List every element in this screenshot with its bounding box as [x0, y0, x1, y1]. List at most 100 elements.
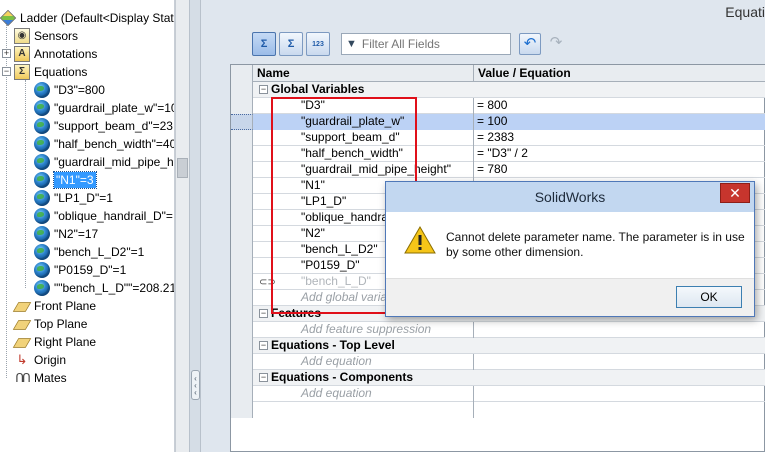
global-variable-icon [34, 226, 50, 242]
tree-item-mates[interactable]: ᑎᑎ Mates [14, 369, 174, 387]
filter-input[interactable] [361, 37, 502, 51]
section-equations-top-level[interactable]: − Equations - Top Level [231, 338, 765, 354]
global-variable-icon [34, 100, 50, 116]
add-feature-suppression-placeholder[interactable]: Add feature suppression [253, 322, 474, 338]
global-variable-icon [34, 262, 50, 278]
row-header-cell[interactable] [231, 274, 253, 290]
global-variable-row[interactable]: "guardrail_plate_w" = 100 [231, 114, 765, 130]
global-variable-row[interactable]: "support_beam_d" = 2383 [231, 130, 765, 146]
row-header-cell[interactable] [231, 114, 253, 130]
tree-item-global-variable[interactable]: "N2"=17 [34, 225, 174, 243]
variable-value-cell[interactable]: = "D3" / 2 [474, 146, 765, 162]
tree-item-global-variable[interactable]: "LP1_D"=1 [34, 189, 174, 207]
undo-button[interactable]: ↶ [519, 33, 541, 55]
value-cell[interactable] [474, 354, 765, 370]
row-header-cell[interactable] [231, 98, 253, 114]
column-header-name[interactable]: Name [253, 65, 474, 82]
tree-item-label: "bench_L_D2"=1 [54, 245, 145, 259]
collapse-equations-icon[interactable]: − [2, 67, 11, 76]
section-title: Equations - Top Level [271, 338, 395, 352]
tree-item-global-variable[interactable]: "P0159_D"=1 [34, 261, 174, 279]
tree-item-global-variable[interactable]: ""bench_L_D""=208.21 [34, 279, 174, 297]
add-equation-components-row[interactable]: Add equation [231, 386, 765, 402]
empty-row [231, 402, 765, 418]
expand-annotations-icon[interactable]: + [2, 49, 11, 58]
row-header-cell[interactable] [231, 162, 253, 178]
variable-name-cell[interactable]: "guardrail_plate_w" [253, 114, 474, 130]
tree-item-global-variable[interactable]: "guardrail_plate_w"=10 [34, 99, 174, 117]
dialog-close-button[interactable]: ✕ [720, 183, 750, 203]
section-equations-components[interactable]: − Equations - Components [231, 370, 765, 386]
dialog-titlebar[interactable]: SolidWorks ✕ [386, 182, 754, 212]
add-equation-placeholder[interactable]: Add equation [253, 386, 474, 402]
sketch-equation-view-button[interactable]: Σ [279, 32, 303, 56]
variable-name-cell[interactable]: "guardrail_mid_pipe_height" [253, 162, 474, 178]
add-equation-top-row[interactable]: Add equation [231, 354, 765, 370]
tree-item-global-variable[interactable]: "N1"=3 [34, 171, 174, 189]
panel-splitter[interactable]: ‹ ‹ ‹ [189, 0, 201, 452]
redo-button[interactable]: ↷ [545, 33, 567, 55]
tree-item-origin[interactable]: ↳ Origin [14, 351, 174, 369]
filter-field[interactable]: ▼ [341, 33, 511, 55]
section-global-variables[interactable]: − Global Variables [231, 82, 765, 98]
tree-item-global-variable[interactable]: "support_beam_d"=23 [34, 117, 174, 135]
row-header-cell[interactable] [231, 210, 253, 226]
splitter-grip-icon[interactable]: ‹ ‹ ‹ [191, 370, 200, 400]
equation-view-button[interactable]: Σ [252, 32, 276, 56]
variable-value-cell[interactable]: = 780 [474, 162, 765, 178]
tree-item-annotations[interactable]: A Annotations [14, 45, 174, 63]
variable-value-cell[interactable]: = 800 [474, 98, 765, 114]
tree-item-global-variable[interactable]: "bench_L_D2"=1 [34, 243, 174, 261]
dialog-message: Cannot delete parameter name. The parame… [446, 230, 745, 259]
row-header-cell [231, 65, 253, 82]
tree-item-global-variable[interactable]: "D3"=800 [34, 81, 174, 99]
row-header-cell[interactable] [231, 258, 253, 274]
tree-item-equations[interactable]: Σ Equations [14, 63, 174, 81]
tree-root[interactable]: Ladder (Default<Display State [0, 9, 174, 27]
global-variable-row[interactable]: "half_bench_width" = "D3" / 2 [231, 146, 765, 162]
variable-name-cell[interactable]: "D3" [253, 98, 474, 114]
tree-item-global-variable[interactable]: "half_bench_width"=40 [34, 135, 174, 153]
warning-icon [404, 226, 436, 254]
add-equation-placeholder[interactable]: Add equation [253, 354, 474, 370]
row-header-cell[interactable] [231, 146, 253, 162]
global-variable-icon [34, 190, 50, 206]
plane-icon [12, 320, 32, 330]
row-header-cell[interactable] [231, 242, 253, 258]
row-header-cell[interactable] [231, 194, 253, 210]
ok-button[interactable]: OK [676, 286, 742, 308]
variable-name-cell[interactable]: "support_beam_d" [253, 130, 474, 146]
tree-item-sensors[interactable]: ◉ Sensors [14, 27, 174, 45]
column-header-value[interactable]: Value / Equation [474, 65, 765, 82]
variable-value-cell[interactable]: = 2383 [474, 130, 765, 146]
row-header-cell[interactable] [231, 178, 253, 194]
add-feature-suppression-row[interactable]: Add feature suppression [231, 322, 765, 338]
tree-item-front-plane[interactable]: Front Plane [12, 297, 174, 315]
tree-item-label: "support_beam_d"=23 [54, 119, 173, 133]
origin-icon: ↳ [16, 352, 28, 367]
funnel-icon: ▼ [346, 38, 357, 50]
tree-item-label: "P0159_D"=1 [54, 263, 127, 277]
tree-scrollbar[interactable] [175, 0, 189, 452]
global-variable-icon [34, 82, 50, 98]
dimension-view-button[interactable]: 123 [306, 32, 330, 56]
tree-item-label: "oblique_handrail_D"= [54, 209, 173, 223]
section-title: Global Variables [271, 82, 365, 96]
tree-item-label: "guardrail_mid_pipe_h [54, 155, 174, 169]
global-variable-row[interactable]: "D3" = 800 [231, 98, 765, 114]
variable-value-cell[interactable]: = 100 [474, 114, 765, 130]
part-icon [0, 9, 17, 27]
tree-item-right-plane[interactable]: Right Plane [12, 333, 174, 351]
row-header-cell[interactable] [231, 130, 253, 146]
variable-name-cell[interactable]: "half_bench_width" [253, 146, 474, 162]
row-header-cell[interactable] [231, 226, 253, 242]
tree-item-top-plane[interactable]: Top Plane [12, 315, 174, 333]
global-variable-row[interactable]: "guardrail_mid_pipe_height" = 780 [231, 162, 765, 178]
row-header-cell [231, 338, 253, 354]
tree-item-global-variable[interactable]: "oblique_handrail_D"= [34, 207, 174, 225]
value-cell[interactable] [474, 322, 765, 338]
tree-scrollbar-thumb[interactable] [177, 158, 188, 178]
tree-item-label: Sensors [34, 29, 79, 43]
tree-item-global-variable[interactable]: "guardrail_mid_pipe_h [34, 153, 174, 171]
value-cell[interactable] [474, 386, 765, 402]
